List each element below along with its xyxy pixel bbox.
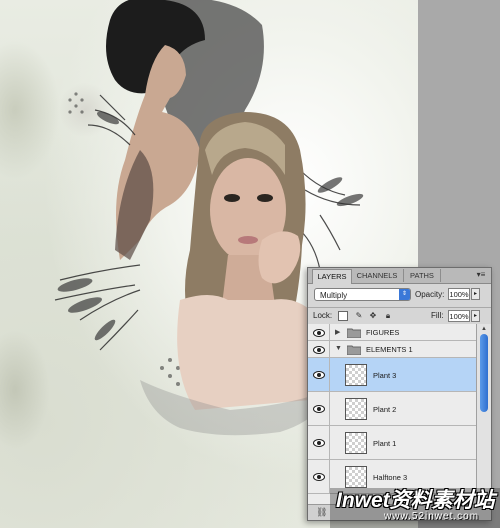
layers-scrollbar[interactable]: ▲ ▼	[476, 324, 491, 504]
blend-mode-select[interactable]: Multiply ⇕	[314, 288, 411, 301]
layer-name: FIGURES	[366, 328, 400, 337]
layer-group-row[interactable]: ▼ ELEMENTS 1	[308, 341, 476, 358]
panel-menu-icon[interactable]: ▾≡	[475, 270, 487, 280]
scrollbar-thumb[interactable]	[480, 334, 488, 412]
layer-thumbnail	[345, 398, 367, 420]
layer-row[interactable]: Plant 2	[308, 392, 476, 426]
select-arrows-icon: ⇕	[399, 289, 410, 300]
visibility-toggle[interactable]	[308, 392, 330, 425]
lock-position-icon[interactable]: ✥	[368, 311, 378, 321]
opacity-field[interactable]: 100%	[448, 288, 470, 300]
collapse-triangle-icon[interactable]: ▼	[335, 345, 343, 352]
layers-list[interactable]: ▶ FIGURES ▼ ELEMENTS 1 Plant 3 Plant 2 P…	[308, 324, 476, 504]
tab-layers[interactable]: LAYERS	[312, 269, 352, 284]
folder-icon	[347, 328, 361, 338]
visibility-toggle[interactable]	[308, 341, 330, 357]
blend-mode-value: Multiply	[320, 291, 348, 300]
lock-row: Lock: ✎ ✥ 🔒︎ Fill: 100% ▸	[308, 307, 491, 325]
layer-group-row[interactable]: ▶ FIGURES	[308, 324, 476, 341]
tab-paths[interactable]: PATHS	[404, 269, 441, 282]
watermark-url: www.52inwet.com	[384, 511, 480, 522]
layer-row-selected[interactable]: Plant 3	[308, 358, 476, 392]
eye-icon	[313, 371, 325, 379]
watermark-text: Inwet资料素材站	[336, 489, 495, 512]
expand-triangle-icon[interactable]: ▶	[335, 328, 343, 336]
figure-eye	[257, 194, 273, 202]
link-layers-icon[interactable]: ⛓	[316, 507, 327, 518]
layer-name: Plant 1	[373, 439, 397, 448]
visibility-toggle[interactable]	[308, 460, 330, 493]
visibility-toggle[interactable]	[308, 426, 330, 459]
figure-eye	[224, 194, 240, 202]
eye-icon	[313, 473, 325, 481]
layer-thumbnail	[345, 364, 367, 386]
panel-tab-bar: LAYERS CHANNELS PATHS ▾≡	[308, 268, 491, 284]
lock-label: Lock:	[313, 311, 333, 320]
figure-lips	[238, 236, 258, 244]
eye-icon	[313, 439, 325, 447]
layer-name: Plant 3	[373, 371, 397, 380]
visibility-toggle[interactable]	[308, 324, 330, 340]
folder-icon	[347, 345, 361, 355]
eye-icon	[313, 405, 325, 413]
fill-label: Fill:	[431, 311, 444, 320]
opacity-slider-arrow-icon[interactable]: ▸	[471, 288, 480, 300]
layer-name: Plant 2	[373, 405, 397, 414]
figure-shoulders	[177, 295, 324, 410]
layer-row[interactable]: Plant 1	[308, 426, 476, 460]
lock-all-icon[interactable]: 🔒︎	[383, 311, 393, 321]
fill-slider-arrow-icon[interactable]: ▸	[471, 310, 480, 322]
scroll-up-icon[interactable]: ▲	[478, 324, 490, 334]
layers-panel: LAYERS CHANNELS PATHS ▾≡ Multiply ⇕ Opac…	[307, 267, 492, 521]
fill-field[interactable]: 100%	[448, 310, 470, 322]
eye-icon	[313, 329, 325, 337]
layer-name: Halftone 3	[373, 473, 408, 482]
layer-thumbnail	[345, 432, 367, 454]
opacity-label: Opacity:	[415, 290, 445, 299]
visibility-toggle[interactable]	[308, 358, 330, 391]
layer-name: ELEMENTS 1	[366, 345, 413, 354]
figure-shadow	[115, 150, 154, 260]
lock-transparent-pixels-icon[interactable]	[338, 311, 348, 321]
eye-icon	[313, 346, 325, 354]
lock-image-pixels-icon[interactable]: ✎	[354, 311, 364, 321]
tab-channels[interactable]: CHANNELS	[351, 269, 404, 282]
